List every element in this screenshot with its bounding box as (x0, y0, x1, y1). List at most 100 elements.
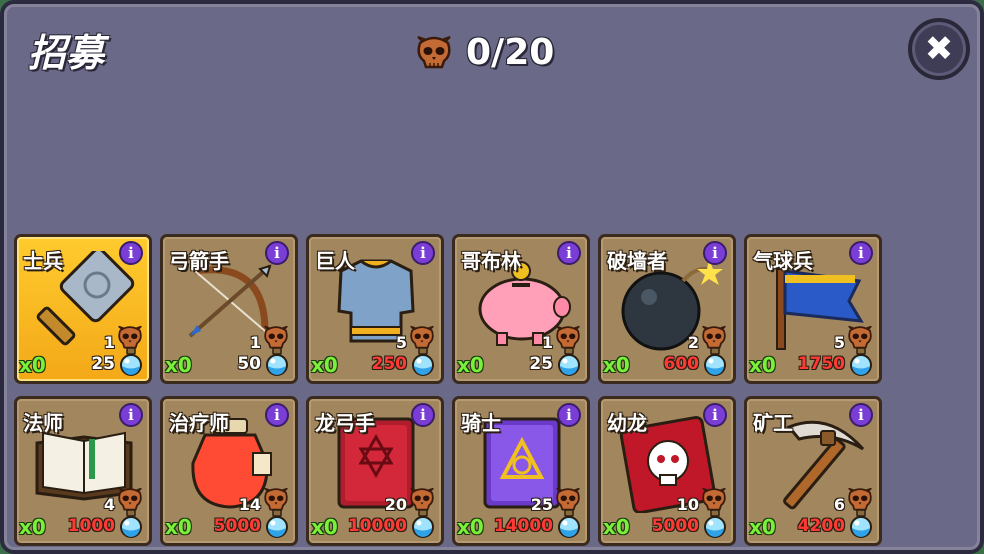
housing-count: 0/20 (466, 31, 555, 73)
unit-count: x0 (165, 515, 192, 539)
elixir-icon (847, 347, 875, 377)
unit-cost: 5000 (651, 516, 699, 536)
info-button[interactable]: i (265, 241, 289, 265)
housing-space: 20 (384, 495, 407, 514)
unit-card[interactable]: 弓箭手 i 1 x0 50 (160, 234, 298, 384)
info-button[interactable]: i (849, 241, 873, 265)
info-button[interactable]: i (703, 241, 727, 265)
unit-count: x0 (603, 353, 630, 377)
unit-card[interactable]: 气球兵 i 5 x0 1750 (744, 234, 882, 384)
skull-icon (699, 487, 729, 511)
unit-name: 治疗师 (169, 411, 229, 435)
info-button[interactable]: i (119, 241, 143, 265)
unit-card[interactable]: 治疗师 i 14 x0 5000 (160, 396, 298, 546)
unit-name: 幼龙 (607, 411, 647, 435)
unit-cost: 600 (663, 354, 700, 374)
unit-count: x0 (457, 353, 484, 377)
close-button[interactable]: ✖ (908, 18, 970, 80)
info-button[interactable]: i (849, 403, 873, 427)
unit-card[interactable]: 破墙者 i 2 x0 600 (598, 234, 736, 384)
unit-card[interactable]: 巨人 i 5 x0 250 (306, 234, 444, 384)
elixir-icon (263, 347, 291, 377)
elixir-icon (117, 509, 145, 539)
housing-space: 1 (249, 333, 261, 352)
housing-space: 5 (395, 333, 407, 352)
unit-cost: 1000 (67, 516, 115, 536)
skull-icon (115, 325, 145, 349)
unit-count: x0 (19, 353, 46, 377)
skull-icon (115, 487, 145, 511)
close-icon: ✖ (924, 29, 954, 69)
unit-name: 气球兵 (753, 249, 813, 273)
unit-cost: 250 (371, 354, 408, 374)
skull-icon (261, 487, 291, 511)
housing-space: 1 (103, 333, 115, 352)
skull-icon (407, 487, 437, 511)
elixir-icon (555, 509, 583, 539)
unit-card[interactable]: 龙弓手 i 20 x0 10000 (306, 396, 444, 546)
elixir-icon (117, 347, 145, 377)
elixir-icon (701, 347, 729, 377)
info-button[interactable]: i (119, 403, 143, 427)
unit-cost: 25 (529, 354, 553, 374)
info-button[interactable]: i (265, 403, 289, 427)
skull-icon (553, 325, 583, 349)
skull-icon (699, 325, 729, 349)
info-button[interactable]: i (703, 403, 727, 427)
elixir-icon (555, 347, 583, 377)
unit-count: x0 (311, 515, 338, 539)
unit-card[interactable]: 士兵 i 1 x0 25 (14, 234, 152, 384)
unit-name: 士兵 (23, 249, 63, 273)
unit-card[interactable]: 骑士 i 25 x0 14000 (452, 396, 590, 546)
unit-name: 哥布林 (461, 249, 521, 273)
unit-name: 破墙者 (607, 249, 667, 273)
unit-cost: 10000 (347, 516, 407, 536)
unit-count: x0 (19, 515, 46, 539)
housing-counter: 0/20 (414, 30, 554, 74)
unit-count: x0 (749, 353, 776, 377)
unit-cost: 50 (237, 354, 261, 374)
unit-cost: 14000 (493, 516, 553, 536)
unit-count: x0 (165, 353, 192, 377)
housing-space: 4 (103, 495, 115, 514)
info-button[interactable]: i (411, 403, 435, 427)
skull-icon (261, 325, 291, 349)
elixir-icon (263, 509, 291, 539)
elixir-icon (701, 509, 729, 539)
housing-space: 6 (833, 495, 845, 514)
unit-name: 弓箭手 (169, 249, 229, 273)
unit-name: 巨人 (315, 249, 355, 273)
housing-space: 14 (238, 495, 261, 514)
unit-name: 矿工 (753, 411, 793, 435)
unit-count: x0 (457, 515, 484, 539)
unit-grid: 士兵 i 1 x0 25 弓箭手 i 1 x0 50 巨人 i 5 x0 250… (14, 234, 882, 546)
skull-icon (845, 325, 875, 349)
info-button[interactable]: i (557, 403, 581, 427)
panel-title: 招募 (28, 31, 105, 75)
housing-space: 1 (541, 333, 553, 352)
unit-card[interactable]: 哥布林 i 1 x0 25 (452, 234, 590, 384)
unit-card[interactable]: 幼龙 i 10 x0 5000 (598, 396, 736, 546)
unit-card[interactable]: 法师 i 4 x0 1000 (14, 396, 152, 546)
unit-name: 法师 (23, 411, 63, 435)
unit-count: x0 (603, 515, 630, 539)
skull-icon (417, 36, 451, 69)
elixir-icon (847, 509, 875, 539)
housing-space: 25 (530, 495, 553, 514)
unit-cost: 1750 (797, 354, 845, 374)
info-button[interactable]: i (557, 241, 581, 265)
unit-count: x0 (749, 515, 776, 539)
skull-icon (407, 325, 437, 349)
recruit-panel: 招募 0/20 ✖ 士兵 i 1 x0 25 弓箭手 i 1 x0 50 巨人 … (0, 0, 984, 554)
unit-cost: 25 (91, 354, 115, 374)
housing-space: 5 (833, 333, 845, 352)
housing-space: 2 (687, 333, 699, 352)
skull-icon (845, 487, 875, 511)
info-button[interactable]: i (411, 241, 435, 265)
skull-icon (553, 487, 583, 511)
unit-cost: 4200 (797, 516, 845, 536)
elixir-icon (409, 347, 437, 377)
unit-name: 骑士 (461, 411, 501, 435)
unit-count: x0 (311, 353, 338, 377)
unit-card[interactable]: 矿工 i 6 x0 4200 (744, 396, 882, 546)
